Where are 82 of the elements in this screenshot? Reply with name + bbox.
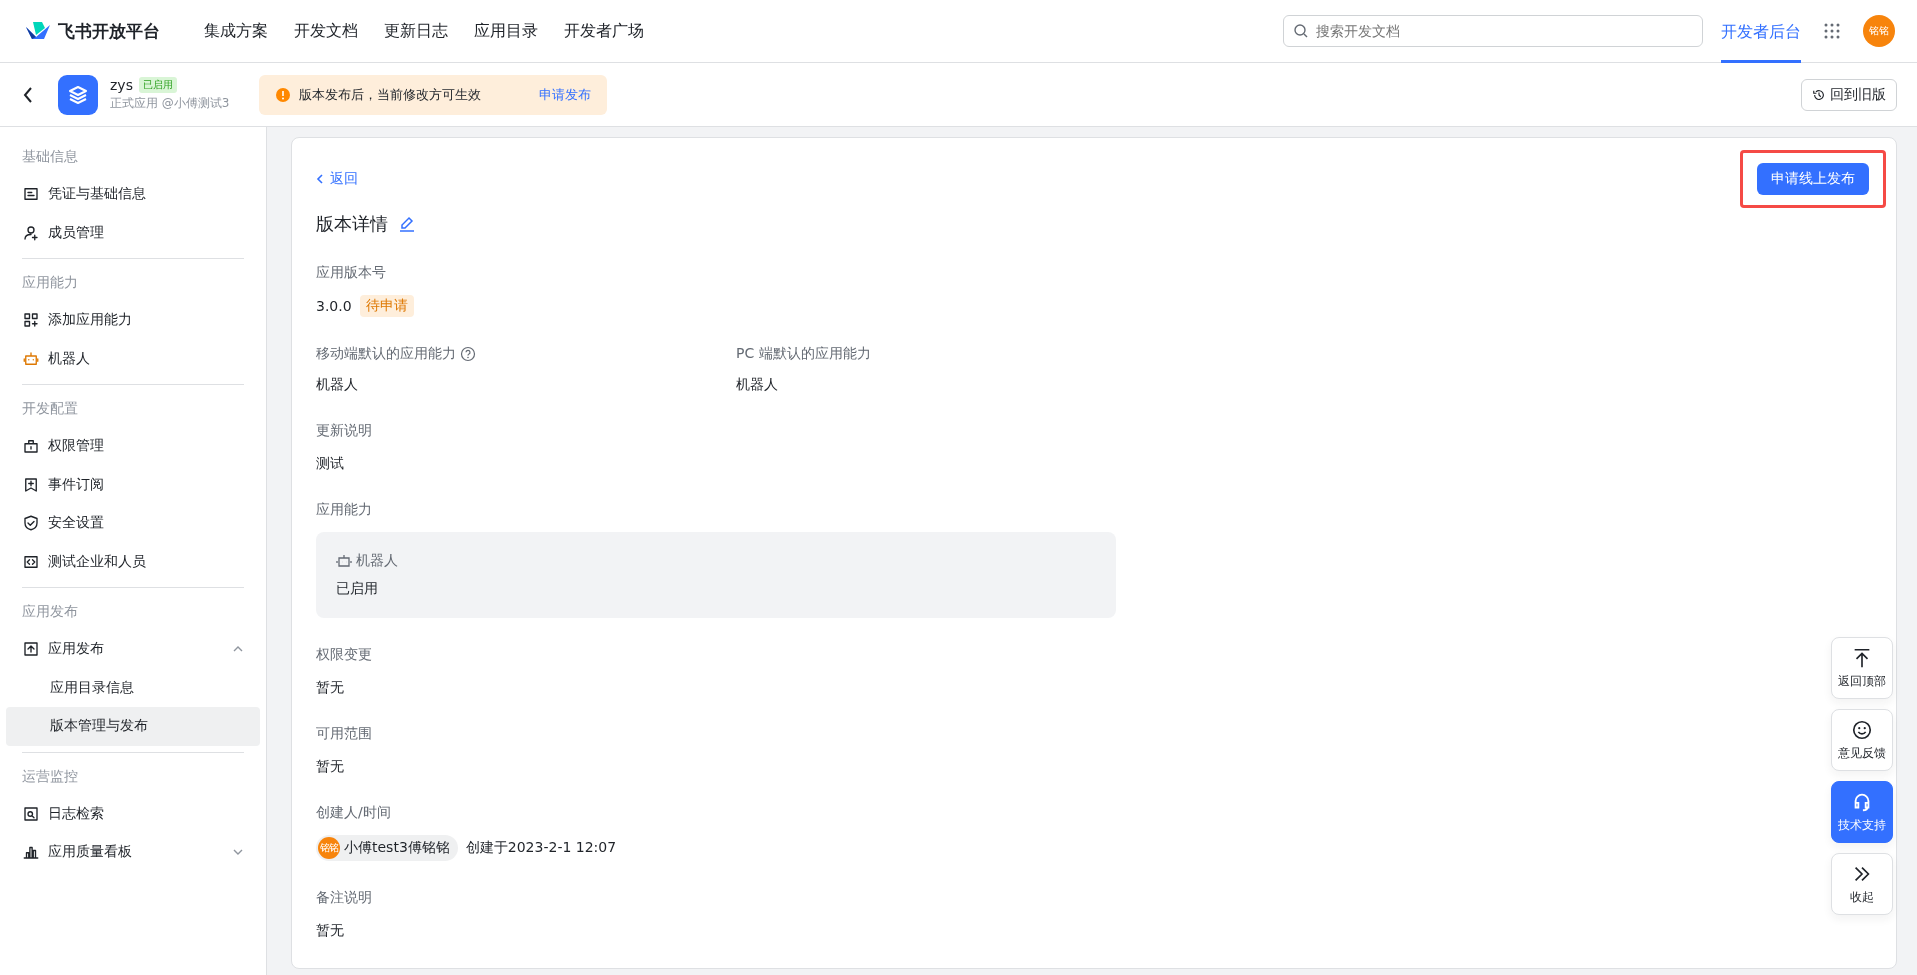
app-name: zys (110, 77, 133, 93)
sidebar-item-icon (22, 223, 40, 242)
sidebar-item[interactable]: 成员管理 (6, 213, 260, 252)
search-field[interactable]: 搜索开发文档 (1283, 15, 1703, 47)
edit-icon[interactable] (398, 215, 416, 233)
old-version-button[interactable]: 回到旧版 (1801, 78, 1897, 111)
sidebar-item-icon (22, 437, 40, 456)
field-label: 备注说明 (316, 889, 372, 907)
sidebar-subitem[interactable]: 应用目录信息 (6, 668, 260, 707)
float-button[interactable]: 返回顶部 (1831, 637, 1893, 699)
status-badge: 已启用 (138, 77, 177, 93)
notice-link[interactable]: 申请发布 (539, 85, 592, 104)
sidebar-item[interactable]: 凭证与基础信息 (6, 175, 260, 214)
robot-icon (336, 553, 352, 569)
field-value: 测试 (316, 455, 344, 471)
chevron-icon (232, 848, 244, 857)
user-avatar: 铭铭 (318, 837, 340, 859)
pending-tag: 待申请 (359, 295, 414, 317)
logo-text[interactable]: 飞书开放平台 (58, 19, 160, 43)
sidebar-group-label: 应用能力 (21, 273, 79, 292)
help-icon[interactable] (460, 346, 476, 362)
sidebar-item-icon (22, 640, 40, 659)
capability-status: 已启用 (336, 580, 379, 598)
publish-button[interactable]: 申请线上发布 (1757, 163, 1869, 195)
sidebar-item[interactable]: 权限管理 (6, 427, 260, 466)
sidebar-item[interactable]: 应用发布 (6, 630, 260, 669)
capability-name: 机器人 (356, 552, 398, 570)
page-title: 版本详情 (316, 212, 388, 236)
nav-link[interactable]: 开发者广场 (564, 20, 644, 42)
field-value: 机器人 (736, 376, 779, 394)
notice-text: 版本发布后，当前修改方可生效 (299, 85, 482, 104)
field-label: 可用范围 (316, 725, 372, 743)
sidebar-group-label: 运营监控 (21, 766, 79, 786)
sidebar-subitem[interactable]: 版本管理与发布 (6, 707, 260, 746)
field-label: 应用版本号 (316, 264, 386, 282)
user-name: 小傅test3傅铭铭 (344, 839, 450, 857)
nav-link[interactable]: 集成方案 (204, 20, 268, 42)
field-value: 暂无 (316, 679, 344, 695)
field-label: 创建人/时间 (316, 804, 391, 822)
sidebar-item-icon (22, 475, 40, 494)
float-button[interactable]: 意见反馈 (1831, 709, 1893, 771)
field-label: 移动端默认的应用能力 (316, 345, 456, 363)
field-value: 机器人 (316, 376, 359, 394)
version-number: 3.0.0 (316, 298, 352, 314)
sidebar-item[interactable]: 日志检索 (6, 794, 260, 833)
field-label: 更新说明 (316, 422, 372, 440)
sidebar-group-label: 开发配置 (21, 399, 79, 418)
sidebar-item[interactable]: 机器人 (6, 339, 260, 378)
sidebar-item-icon (22, 514, 40, 533)
history-icon (1812, 87, 1826, 102)
sidebar-item[interactable]: 测试企业和人员 (6, 542, 260, 581)
field-label: 权限变更 (316, 646, 372, 664)
smiley-icon (1851, 718, 1873, 741)
sidebar-item-icon (22, 349, 40, 368)
warning-icon (275, 86, 292, 103)
nav-link[interactable]: 应用目录 (474, 20, 538, 42)
float-button[interactable]: 技术支持 (1831, 781, 1893, 843)
float-button[interactable]: 收起 (1831, 853, 1893, 915)
sidebar-item[interactable]: 添加应用能力 (6, 301, 260, 340)
sidebar-item-icon (22, 311, 40, 330)
field-value: 暂无 (316, 758, 344, 774)
chevron-icon (232, 645, 244, 654)
user-chip[interactable]: 铭铭 小傅test3傅铭铭 (316, 835, 458, 861)
sidebar-item[interactable]: 事件订阅 (6, 465, 260, 504)
sidebar-group-label: 应用发布 (21, 602, 79, 621)
console-tab[interactable]: 开发者后台 (1721, 0, 1801, 63)
apps-grid-icon[interactable] (1823, 22, 1841, 40)
field-label: 应用能力 (316, 501, 372, 519)
nav-link[interactable]: 更新日志 (384, 20, 448, 42)
sidebar-item-icon (22, 804, 40, 823)
back-link[interactable]: 返回 (316, 170, 358, 188)
created-time: 创建于2023-2-1 12:07 (465, 839, 617, 857)
field-label: PC 端默认的应用能力 (736, 345, 871, 363)
chevron-left-icon (316, 173, 324, 185)
nav-link[interactable]: 开发文档 (294, 20, 358, 42)
search-icon (1293, 23, 1309, 39)
field-value: 暂无 (316, 922, 344, 938)
sidebar-group-label: 基础信息 (21, 147, 79, 166)
sidebar-item[interactable]: 应用质量看板 (6, 833, 260, 872)
app-icon (58, 74, 98, 115)
sidebar-item[interactable]: 安全设置 (6, 504, 260, 543)
app-subtitle: 正式应用 @小傅测试3 (110, 95, 230, 112)
